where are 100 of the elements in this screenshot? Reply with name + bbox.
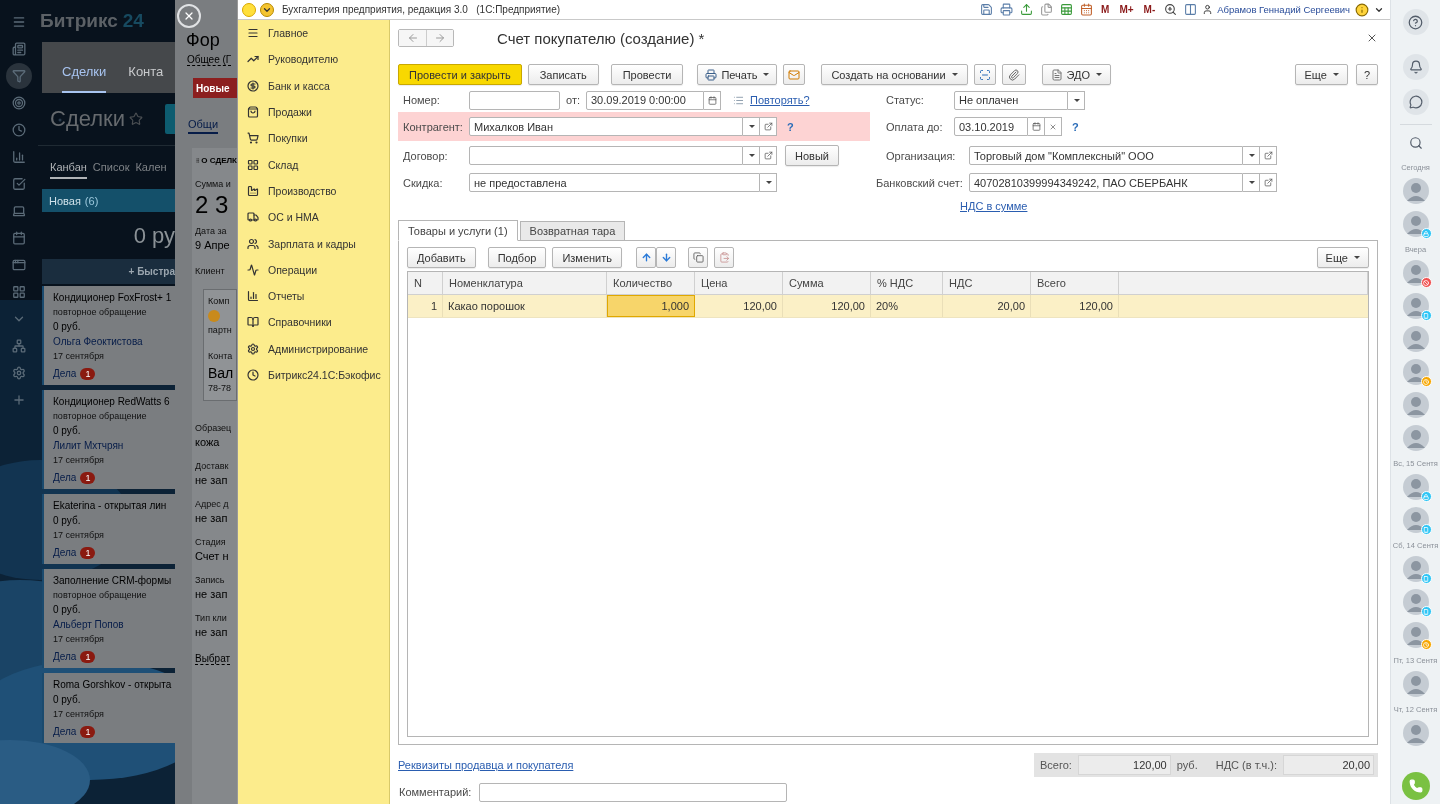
column-header[interactable]: Сумма: [783, 272, 871, 294]
help-button[interactable]: ?: [1355, 64, 1378, 85]
avatar[interactable]: [1402, 392, 1429, 418]
open-button[interactable]: [760, 117, 777, 136]
notifications-button[interactable]: [1402, 54, 1429, 80]
dropdown-button[interactable]: [1243, 173, 1260, 192]
files-icon[interactable]: [1038, 1, 1055, 18]
column-header[interactable]: Цена: [695, 272, 783, 294]
spreadsheet-icon[interactable]: [1058, 1, 1075, 18]
nav-item[interactable]: ОС и НМА: [238, 204, 389, 231]
column-header[interactable]: % НДС: [871, 272, 943, 294]
nav-item[interactable]: Администрирование: [238, 335, 389, 362]
deal-card[interactable]: Кондиционер RedWatts 6 повторное обращение 0 руб. Лилит Мхтчрян 17 сентября Дела 1: [42, 390, 175, 489]
tasks-link[interactable]: Дела: [53, 368, 77, 380]
paste-button[interactable]: [714, 247, 734, 268]
tasks-link[interactable]: Дела: [53, 651, 77, 663]
chat-button[interactable]: [1402, 89, 1429, 115]
column-header[interactable]: Всего: [1031, 272, 1119, 294]
calendar-button[interactable]: [704, 90, 721, 110]
avatar[interactable]: [1402, 507, 1429, 533]
avatar[interactable]: [1402, 425, 1429, 451]
avatar[interactable]: [1402, 211, 1429, 237]
main-menu-button[interactable]: [260, 2, 274, 17]
save-button[interactable]: Записать: [527, 64, 599, 85]
nav-item[interactable]: Производство: [238, 177, 389, 205]
column-header[interactable]: НДС: [943, 272, 1031, 294]
create-based-button[interactable]: Создать на основании: [821, 64, 968, 85]
contact-link[interactable]: Лилит Мхтчрян: [53, 440, 175, 452]
printer-icon[interactable]: [998, 1, 1015, 18]
mail-button[interactable]: [783, 64, 806, 85]
deal-card[interactable]: Ekaterina - открытая лин 0 руб. 17 сентября Дела 1: [42, 494, 175, 564]
dropdown-button[interactable]: [743, 117, 760, 136]
table-button[interactable]: Изменить: [552, 247, 622, 268]
bank-account-field[interactable]: 40702810399994349242, ПАО СБЕРБАНК: [969, 173, 1243, 192]
table-cell[interactable]: 1,000: [607, 295, 695, 317]
column-header[interactable]: N: [408, 272, 443, 294]
memory-button[interactable]: M-: [1140, 4, 1159, 15]
close-button[interactable]: [177, 4, 201, 28]
nav-item[interactable]: Банк и касса: [238, 72, 389, 99]
avatar[interactable]: [1402, 556, 1429, 582]
open-button[interactable]: [1260, 173, 1277, 192]
avatar[interactable]: [1402, 260, 1429, 286]
move-down-button[interactable]: [656, 247, 676, 268]
dropdown-button[interactable]: [1243, 146, 1260, 165]
vat-link[interactable]: НДС в сумме: [960, 200, 1028, 212]
tasks-link[interactable]: Дела: [53, 472, 77, 484]
dropdown-button[interactable]: [1068, 90, 1085, 110]
contact-link[interactable]: Альберт Попов: [53, 619, 175, 631]
memory-button[interactable]: M: [1098, 4, 1113, 15]
clear-button[interactable]: [1045, 117, 1062, 136]
avatar[interactable]: [1402, 178, 1429, 204]
deal-card[interactable]: Roma Gorshkov - открыта 0 руб. 17 сентября Дела 1: [42, 673, 175, 743]
counterparty-field[interactable]: Михалков Иван: [469, 117, 743, 136]
copy-button[interactable]: [688, 247, 708, 268]
column-header[interactable]: Количество: [607, 272, 695, 294]
move-up-button[interactable]: [636, 247, 656, 268]
table-button[interactable]: Подбор: [487, 247, 547, 268]
nav-item[interactable]: Склад: [238, 151, 389, 178]
help-link[interactable]: ?: [1072, 120, 1079, 133]
list-icon[interactable]: [733, 94, 744, 106]
save-icon[interactable]: [978, 1, 995, 18]
nav-item[interactable]: Операции: [238, 256, 389, 283]
view-tab[interactable]: Список: [92, 156, 130, 179]
open-button[interactable]: [1260, 146, 1277, 165]
repeat-link[interactable]: Повторять?: [750, 94, 810, 106]
search-icon[interactable]: [1408, 136, 1423, 150]
close-icon[interactable]: [1366, 32, 1378, 44]
new-button[interactable]: Новый: [785, 145, 839, 166]
post-button[interactable]: Провести: [610, 64, 684, 85]
star-icon[interactable]: [129, 112, 143, 126]
dropdown-button[interactable]: [760, 173, 777, 192]
table-row[interactable]: 1 Какао порошок 1,000 120,00 120,00 20% 20,00 120,00: [408, 295, 1368, 318]
avatar[interactable]: [1402, 474, 1429, 500]
tab[interactable]: Товары и услуги (1): [398, 220, 518, 241]
avatar[interactable]: [1402, 293, 1429, 319]
date-field[interactable]: 30.09.2019 0:00:00: [586, 90, 704, 110]
call-button[interactable]: [1401, 772, 1430, 800]
view-tab[interactable]: Канбан: [50, 156, 87, 179]
avatar[interactable]: [1402, 671, 1429, 697]
nav-item[interactable]: Главное: [238, 20, 389, 47]
attach-button[interactable]: [1001, 64, 1026, 85]
tab[interactable]: Конта: [128, 64, 164, 93]
print-button[interactable]: Печать: [697, 64, 778, 85]
discount-field[interactable]: не предоставлена: [469, 173, 760, 192]
scan-button[interactable]: [973, 64, 996, 85]
deal-card[interactable]: Заполнение CRM-формы повторное обращение 0 руб. Альберт Попов 17 сентября Дела 1: [42, 569, 175, 668]
contact-link[interactable]: Ольга Феоктистова: [53, 336, 175, 348]
tab[interactable]: Общи: [188, 118, 219, 134]
calendar-icon[interactable]: [1078, 1, 1095, 18]
tasks-link[interactable]: Дела: [53, 547, 77, 559]
nav-item[interactable]: Покупки: [238, 125, 389, 152]
avatar[interactable]: [1402, 359, 1429, 385]
status-field[interactable]: Не оплачен: [954, 90, 1068, 110]
more-button[interactable]: Еще: [1316, 247, 1369, 268]
columns-icon[interactable]: [1182, 1, 1199, 18]
dropdown-button[interactable]: [743, 146, 760, 165]
avatar[interactable]: [1402, 622, 1429, 648]
upload-icon[interactable]: [1018, 1, 1035, 18]
view-tab[interactable]: Кален: [135, 156, 167, 179]
stage-button[interactable]: Новые: [193, 78, 237, 98]
